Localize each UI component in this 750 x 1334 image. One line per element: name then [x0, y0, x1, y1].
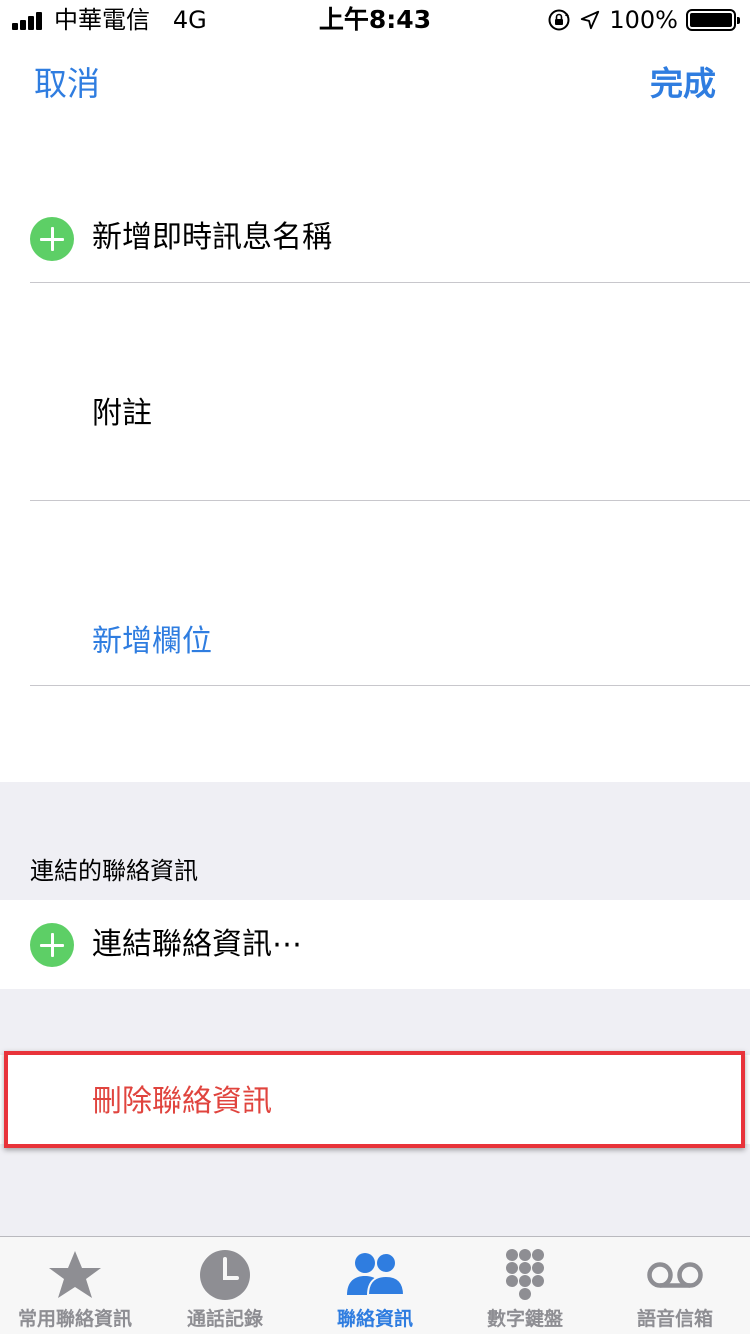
keypad-icon	[506, 1249, 544, 1300]
battery-percent: 100%	[609, 6, 678, 34]
voicemail-icon	[647, 1262, 703, 1288]
done-button[interactable]: 完成	[650, 62, 716, 106]
status-right: 100%	[547, 6, 740, 34]
linked-contacts-header: 連結的聯絡資訊	[30, 857, 198, 885]
link-contacts-row[interactable]: 連結聯絡資訊⋯	[0, 900, 750, 989]
location-arrow-icon	[581, 10, 600, 30]
contacts-icon	[347, 1252, 405, 1296]
divider	[30, 500, 750, 501]
tab-recents[interactable]: 通話記錄	[150, 1237, 300, 1334]
tab-bar: 常用聯絡資訊 通話記錄 聯絡資訊 數字鍵盤 語音信箱	[0, 1236, 750, 1334]
tab-favorites[interactable]: 常用聯絡資訊	[0, 1237, 150, 1334]
divider	[30, 685, 750, 686]
clock-icon	[200, 1250, 250, 1300]
grouped-background	[0, 782, 750, 1236]
add-green-icon[interactable]	[30, 923, 74, 967]
star-icon	[49, 1251, 101, 1298]
tab-label: 數字鍵盤	[486, 1308, 563, 1330]
tab-label: 語音信箱	[636, 1308, 713, 1330]
add-field-button[interactable]: 新增欄位	[92, 622, 212, 662]
battery-icon	[686, 9, 740, 31]
tab-label: 聯絡資訊	[336, 1308, 413, 1330]
add-instant-message-label: 新增即時訊息名稱	[92, 220, 332, 255]
orientation-lock-icon	[548, 9, 570, 31]
divider	[30, 282, 750, 283]
status-bar: 中華電信 4G 上午8:43 100%	[0, 0, 750, 40]
highlight-annotation	[4, 1051, 745, 1148]
tab-label: 通話記錄	[186, 1308, 263, 1330]
notes-field[interactable]: 附註	[92, 394, 152, 434]
tab-contacts[interactable]: 聯絡資訊	[300, 1237, 450, 1334]
add-green-icon[interactable]	[30, 217, 74, 261]
tab-voicemail[interactable]: 語音信箱	[600, 1237, 750, 1334]
tab-keypad[interactable]: 數字鍵盤	[450, 1237, 600, 1334]
tab-label: 常用聯絡資訊	[17, 1308, 132, 1330]
link-contacts-label: 連結聯絡資訊⋯	[92, 927, 302, 962]
cancel-button[interactable]: 取消	[34, 62, 100, 106]
